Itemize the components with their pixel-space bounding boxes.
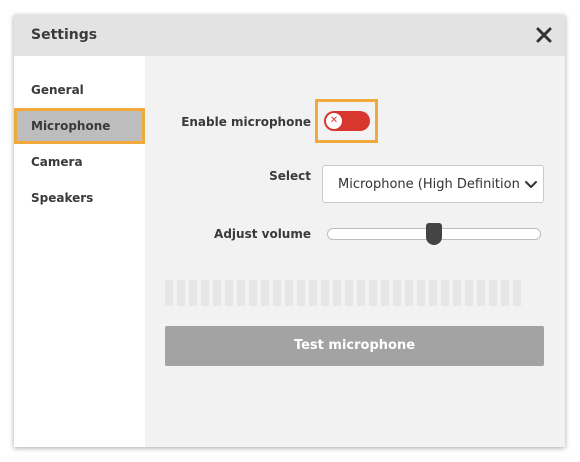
meter-segment [273, 280, 281, 306]
meter-segment [357, 280, 365, 306]
volume-meter [165, 280, 544, 306]
settings-sidebar: General Microphone Camera Speakers [14, 56, 145, 447]
sidebar-item-label: General [31, 83, 84, 97]
enable-microphone-highlight: ✕ [315, 99, 378, 143]
meter-segment [189, 280, 197, 306]
meter-segment [321, 280, 329, 306]
meter-segment [501, 280, 509, 306]
meter-segment [333, 280, 341, 306]
dialog-title: Settings [31, 27, 98, 43]
sidebar-item-general[interactable]: General [14, 72, 145, 108]
sidebar-item-label: Camera [31, 155, 83, 169]
meter-segment [465, 280, 473, 306]
close-button[interactable] [534, 25, 554, 45]
microphone-panel: Enable microphone ✕ Select Microphone (H… [145, 56, 565, 447]
close-icon [536, 27, 552, 43]
sidebar-item-speakers[interactable]: Speakers [14, 180, 145, 216]
volume-slider-thumb[interactable] [426, 223, 442, 245]
test-microphone-button[interactable]: Test microphone [165, 326, 544, 366]
select-label: Select [269, 169, 311, 183]
sidebar-item-microphone[interactable]: Microphone [14, 108, 145, 144]
meter-segment [165, 280, 173, 306]
meter-segment [285, 280, 293, 306]
meter-segment [261, 280, 269, 306]
meter-segment [441, 280, 449, 306]
adjust-volume-label: Adjust volume [214, 227, 311, 241]
meter-segment [513, 280, 521, 306]
volume-slider[interactable] [327, 223, 541, 245]
sidebar-item-label: Speakers [31, 191, 94, 205]
x-icon: ✕ [326, 113, 342, 129]
meter-segment [477, 280, 485, 306]
meter-segment [405, 280, 413, 306]
meter-segment [393, 280, 401, 306]
meter-segment [249, 280, 257, 306]
microphone-select[interactable]: Microphone (High Definition Audio Device… [322, 165, 544, 203]
meter-segment [225, 280, 233, 306]
meter-segment [177, 280, 185, 306]
meter-segment [201, 280, 209, 306]
microphone-select-value: Microphone (High Definition Audio Device… [338, 177, 521, 192]
meter-segment [345, 280, 353, 306]
chevron-down-icon [525, 181, 537, 188]
meter-segment [297, 280, 305, 306]
dialog-header: Settings [14, 15, 565, 56]
meter-segment [381, 280, 389, 306]
meter-segment [417, 280, 425, 306]
enable-microphone-toggle[interactable]: ✕ [324, 111, 370, 131]
meter-segment [453, 280, 461, 306]
meter-segment [489, 280, 497, 306]
meter-segment [309, 280, 317, 306]
sidebar-item-label: Microphone [31, 119, 111, 133]
meter-segment [369, 280, 377, 306]
meter-segment [429, 280, 437, 306]
meter-segment [237, 280, 245, 306]
settings-dialog: Settings General Microphone Camera Speak… [14, 15, 565, 447]
sidebar-item-camera[interactable]: Camera [14, 144, 145, 180]
meter-segment [213, 280, 221, 306]
enable-microphone-label: Enable microphone [181, 115, 311, 129]
